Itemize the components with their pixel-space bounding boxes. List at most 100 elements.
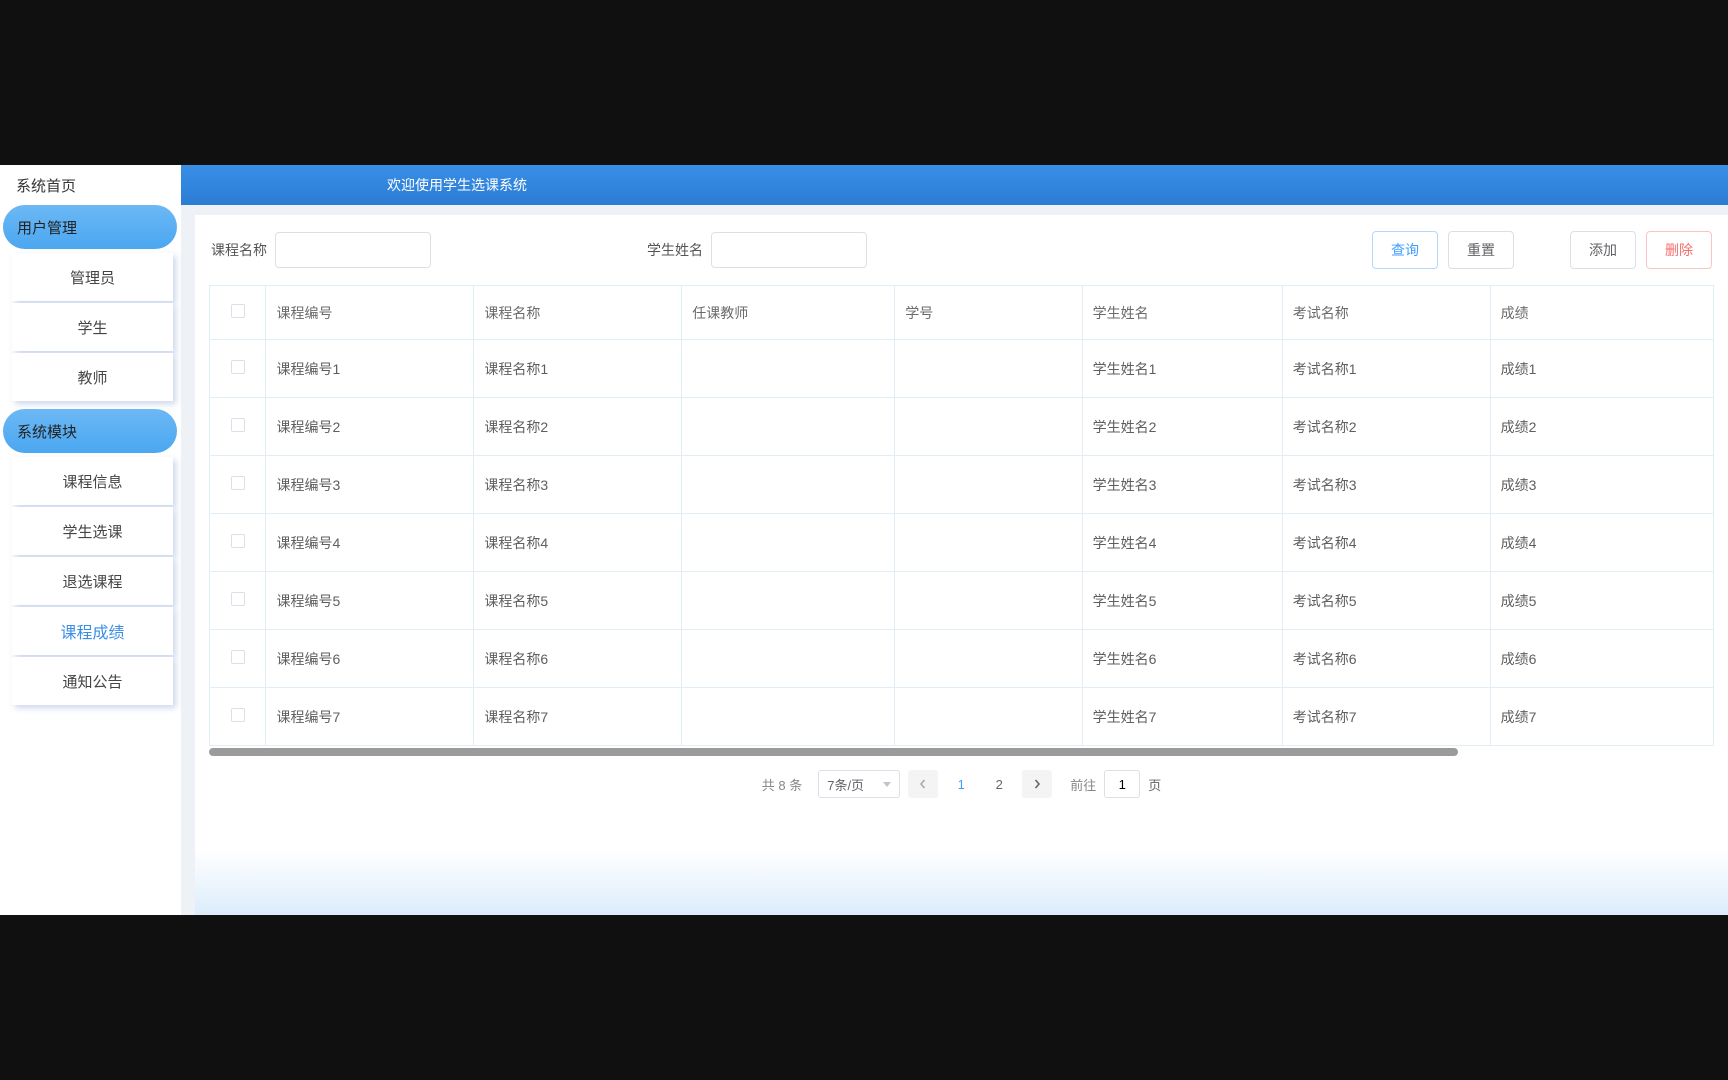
- sidebar-item-notice[interactable]: 通知公告: [12, 657, 173, 705]
- row-checkbox[interactable]: [231, 708, 245, 722]
- sidebar: 系统首页 用户管理 管理员 学生 教师 系统模块 课程信息 学生选课 退选课程 …: [0, 165, 181, 915]
- cell-考试名称: 考试名称5: [1282, 572, 1490, 630]
- horizontal-scrollbar-thumb[interactable]: [209, 748, 1458, 756]
- cell-课程编号: 课程编号5: [266, 572, 474, 630]
- sidebar-item-student[interactable]: 学生: [12, 303, 173, 351]
- search-row: 课程名称 学生姓名 查询 重置 添加 删除: [195, 215, 1728, 285]
- cell-考试名称: 考试名称7: [1282, 688, 1490, 746]
- pagination-jump-prefix: 前往: [1070, 775, 1096, 794]
- cell-课程名称: 课程名称5: [474, 572, 682, 630]
- header-exam-name: 考试名称: [1282, 286, 1490, 340]
- row-checkbox[interactable]: [231, 592, 245, 606]
- page-size-value: 7条/页: [827, 775, 864, 794]
- table-row: 课程编号5课程名称5学生姓名5考试名称5成绩5: [210, 572, 1714, 630]
- cell-学号: [895, 456, 1082, 514]
- page-size-select[interactable]: 7条/页: [818, 770, 900, 798]
- cell-成绩: 成绩5: [1490, 572, 1713, 630]
- row-checkbox[interactable]: [231, 360, 245, 374]
- cell-课程编号: 课程编号2: [266, 398, 474, 456]
- search-group-course: 课程名称: [211, 232, 431, 268]
- chevron-down-icon: [883, 782, 891, 787]
- chevron-right-icon: [1032, 779, 1042, 789]
- cell-任课教师: [682, 630, 895, 688]
- cell-成绩: 成绩4: [1490, 514, 1713, 572]
- table-row: 课程编号3课程名称3学生姓名3考试名称3成绩3: [210, 456, 1714, 514]
- pagination-page-1[interactable]: 1: [946, 770, 976, 798]
- search-input-course[interactable]: [275, 232, 431, 268]
- row-checkbox-cell: [210, 688, 266, 746]
- search-input-student[interactable]: [711, 232, 867, 268]
- cell-课程编号: 课程编号6: [266, 630, 474, 688]
- cell-课程编号: 课程编号3: [266, 456, 474, 514]
- cell-任课教师: [682, 340, 895, 398]
- table-row: 课程编号6课程名称6学生姓名6考试名称6成绩6: [210, 630, 1714, 688]
- pagination-jump-suffix: 页: [1148, 775, 1161, 794]
- cell-任课教师: [682, 456, 895, 514]
- row-checkbox[interactable]: [231, 476, 245, 490]
- table-row: 课程编号4课程名称4学生姓名4考试名称4成绩4: [210, 514, 1714, 572]
- sidebar-item-course-info[interactable]: 课程信息: [12, 457, 173, 505]
- sidebar-item-student-select[interactable]: 学生选课: [12, 507, 173, 555]
- cell-考试名称: 考试名称2: [1282, 398, 1490, 456]
- search-label-student: 学生姓名: [647, 240, 703, 260]
- cell-课程编号: 课程编号7: [266, 688, 474, 746]
- app-wrapper: 系统首页 用户管理 管理员 学生 教师 系统模块 课程信息 学生选课 退选课程 …: [0, 165, 1728, 915]
- cell-学号: [895, 398, 1082, 456]
- search-group-student: 学生姓名: [647, 232, 867, 268]
- cell-学生姓名: 学生姓名1: [1082, 340, 1282, 398]
- query-button[interactable]: 查询: [1372, 231, 1438, 269]
- sidebar-item-admin[interactable]: 管理员: [12, 253, 173, 301]
- pagination-total: 共 8 条: [762, 775, 802, 794]
- row-checkbox[interactable]: [231, 534, 245, 548]
- row-checkbox-cell: [210, 340, 266, 398]
- cell-课程名称: 课程名称6: [474, 630, 682, 688]
- cell-学号: [895, 630, 1082, 688]
- table-row: 课程编号7课程名称7学生姓名7考试名称7成绩7: [210, 688, 1714, 746]
- select-all-checkbox[interactable]: [231, 304, 245, 318]
- cell-学生姓名: 学生姓名4: [1082, 514, 1282, 572]
- add-button[interactable]: 添加: [1570, 231, 1636, 269]
- row-checkbox[interactable]: [231, 418, 245, 432]
- header-student-id: 学号: [895, 286, 1082, 340]
- cell-学号: [895, 340, 1082, 398]
- cell-成绩: 成绩1: [1490, 340, 1713, 398]
- cell-考试名称: 考试名称6: [1282, 630, 1490, 688]
- cell-成绩: 成绩3: [1490, 456, 1713, 514]
- top-banner: 欢迎使用学生选课系统: [181, 165, 1728, 205]
- cell-课程编号: 课程编号1: [266, 340, 474, 398]
- table-row: 课程编号1课程名称1学生姓名1考试名称1成绩1: [210, 340, 1714, 398]
- pagination: 共 8 条 7条/页 1 2 前往 页: [195, 770, 1728, 798]
- header-checkbox-cell: [210, 286, 266, 340]
- delete-button[interactable]: 删除: [1646, 231, 1712, 269]
- sidebar-item-course-grade[interactable]: 课程成绩: [12, 607, 173, 655]
- cell-课程名称: 课程名称4: [474, 514, 682, 572]
- cell-学生姓名: 学生姓名6: [1082, 630, 1282, 688]
- pagination-prev-button[interactable]: [908, 770, 938, 798]
- sidebar-home-link[interactable]: 系统首页: [0, 165, 181, 205]
- sidebar-section-system-module[interactable]: 系统模块: [3, 409, 177, 453]
- row-checkbox-cell: [210, 630, 266, 688]
- cell-课程名称: 课程名称7: [474, 688, 682, 746]
- pagination-page-2[interactable]: 2: [984, 770, 1014, 798]
- sidebar-section-user-mgmt[interactable]: 用户管理: [3, 205, 177, 249]
- sidebar-item-teacher[interactable]: 教师: [12, 353, 173, 401]
- header-course-name: 课程名称: [474, 286, 682, 340]
- cell-任课教师: [682, 688, 895, 746]
- row-checkbox-cell: [210, 514, 266, 572]
- pagination-next-button[interactable]: [1022, 770, 1052, 798]
- cell-课程编号: 课程编号4: [266, 514, 474, 572]
- reset-button[interactable]: 重置: [1448, 231, 1514, 269]
- cell-考试名称: 考试名称3: [1282, 456, 1490, 514]
- row-checkbox-cell: [210, 398, 266, 456]
- cell-成绩: 成绩7: [1490, 688, 1713, 746]
- cell-任课教师: [682, 572, 895, 630]
- row-checkbox-cell: [210, 456, 266, 514]
- cell-学号: [895, 514, 1082, 572]
- sidebar-item-drop-course[interactable]: 退选课程: [12, 557, 173, 605]
- pagination-jump-input[interactable]: [1104, 770, 1140, 798]
- horizontal-scrollbar-track[interactable]: [209, 748, 1714, 756]
- cell-任课教师: [682, 514, 895, 572]
- main-area: 欢迎使用学生选课系统 课程名称 学生姓名 查询 重置 添加 删除: [181, 165, 1728, 915]
- row-checkbox[interactable]: [231, 650, 245, 664]
- table-wrapper: 课程编号 课程名称 任课教师 学号 学生姓名 考试名称 成绩 课程编号1课程名称…: [195, 285, 1728, 746]
